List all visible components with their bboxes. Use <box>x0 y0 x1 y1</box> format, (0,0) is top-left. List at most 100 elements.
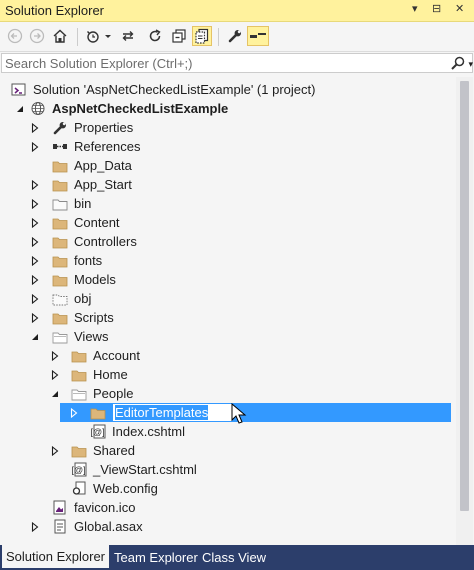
folder-icon <box>90 405 106 420</box>
wrench-icon <box>228 30 241 43</box>
tree-item-controllers[interactable]: Controllers <box>0 232 453 251</box>
config-file-icon <box>71 481 87 496</box>
project-label: AspNetCheckedListExample <box>52 101 229 116</box>
tab-solution-explorer[interactable]: Solution Explorer <box>2 545 109 568</box>
tree-item-label: Index.cshtml <box>112 424 185 439</box>
tab-team-explorer[interactable]: Team Explorer <box>110 549 202 568</box>
tab-class-view[interactable]: Class View <box>198 549 270 568</box>
collapsed-arrow-icon[interactable] <box>49 346 61 365</box>
home-icon <box>53 29 67 43</box>
collapsed-arrow-icon[interactable] <box>29 232 41 251</box>
expanded-arrow-icon[interactable] <box>29 327 41 346</box>
tree-item-label: Content <box>74 215 120 230</box>
tree-item-fonts[interactable]: fonts <box>0 251 453 270</box>
tree-item-index-cshtml[interactable]: [@] Index.cshtml <box>0 422 453 441</box>
history-icon <box>87 31 111 43</box>
tree-item-people[interactable]: People <box>0 384 453 403</box>
rename-textbox[interactable]: EditorTemplates <box>112 403 233 422</box>
collapsed-arrow-icon[interactable] <box>29 118 41 137</box>
collapsed-arrow-icon[interactable] <box>68 403 80 422</box>
title-bar: Solution Explorer ▾ ⊟ ✕ <box>0 0 474 22</box>
tree-item-home[interactable]: Home <box>0 365 453 384</box>
folder-icon <box>52 177 68 192</box>
window-dropdown-icon[interactable]: ▾ <box>412 2 418 15</box>
folder-open-icon <box>71 386 87 401</box>
collapsed-arrow-icon[interactable] <box>29 213 41 232</box>
properties-button[interactable] <box>225 26 245 46</box>
project-node[interactable]: AspNetCheckedListExample <box>0 99 453 118</box>
tree-item-models[interactable]: Models <box>0 270 453 289</box>
forward-button[interactable] <box>27 26 47 46</box>
collapsed-arrow-icon[interactable] <box>29 289 41 308</box>
tree-item-label: obj <box>74 291 92 306</box>
folder-open-icon <box>52 329 68 344</box>
pending-changes-filter-button[interactable] <box>84 26 114 46</box>
collapsed-arrow-icon[interactable] <box>29 270 41 289</box>
close-icon[interactable]: ✕ <box>455 2 464 15</box>
tree-item-content[interactable]: Content <box>0 213 453 232</box>
search-icon[interactable] <box>450 56 466 76</box>
tree-item-label: bin <box>74 196 92 211</box>
tree-item-account[interactable]: Account <box>0 346 453 365</box>
sync-icon <box>122 31 134 41</box>
show-all-files-button[interactable] <box>192 26 212 46</box>
tree-item-views[interactable]: Views <box>0 327 453 346</box>
preview-icon <box>250 33 266 38</box>
refresh-icon <box>149 29 161 42</box>
expanded-arrow-icon[interactable] <box>14 99 26 118</box>
tree-item-viewstart-cshtml[interactable]: [@] _ViewStart.cshtml <box>0 460 453 479</box>
collapsed-arrow-icon[interactable] <box>29 251 41 270</box>
back-button[interactable] <box>5 26 25 46</box>
tree-item-properties[interactable]: Properties <box>0 118 453 137</box>
collapsed-arrow-icon[interactable] <box>29 175 41 194</box>
folder-outline-icon <box>52 196 68 211</box>
tree-item-label: favicon.ico <box>74 500 136 515</box>
tree-item-favicon-ico[interactable]: favicon.ico <box>0 498 453 517</box>
solution-label: Solution 'AspNetCheckedListExample' (1 p… <box>33 82 316 97</box>
razor-file-icon: [@] <box>71 462 87 477</box>
home-button[interactable] <box>50 26 70 46</box>
tree-item-app-data[interactable]: App_Data <box>0 156 453 175</box>
search-box[interactable]: ▾ <box>1 53 473 73</box>
collapse-all-button[interactable] <box>169 26 189 46</box>
tree-item-bin[interactable]: bin <box>0 194 453 213</box>
auto-hide-pin-icon[interactable]: ⊟ <box>432 2 441 15</box>
solution-icon <box>11 82 27 97</box>
mouse-cursor-icon <box>231 403 247 424</box>
show-all-files-icon <box>195 28 209 44</box>
tree-item-label: Account <box>93 348 140 363</box>
search-input[interactable] <box>5 55 425 71</box>
collapsed-arrow-icon[interactable] <box>29 194 41 213</box>
references-icon <box>52 139 68 154</box>
tree-item-global-asax[interactable]: Global.asax <box>0 517 453 536</box>
search-options-dropdown-icon[interactable]: ▾ <box>468 59 473 70</box>
tree-item-label: Controllers <box>74 234 137 249</box>
tree-item-app-start[interactable]: App_Start <box>0 175 453 194</box>
tree-item-obj[interactable]: obj <box>0 289 453 308</box>
folder-dashed-icon <box>52 291 68 306</box>
tree-item-references[interactable]: References <box>0 137 453 156</box>
tree-item-shared[interactable]: Shared <box>0 441 453 460</box>
collapsed-arrow-icon[interactable] <box>29 517 41 536</box>
collapsed-arrow-icon[interactable] <box>49 365 61 384</box>
razor-file-icon: [@] <box>90 424 106 439</box>
collapsed-arrow-icon[interactable] <box>49 441 61 460</box>
solution-node[interactable]: Solution 'AspNetCheckedListExample' (1 p… <box>0 80 453 99</box>
toolbar-separator <box>218 28 219 46</box>
collapsed-arrow-icon[interactable] <box>29 308 41 327</box>
tree-item-label: App_Data <box>74 158 132 173</box>
tree-item-label: People <box>93 386 134 401</box>
preview-selected-items-button[interactable] <box>247 26 269 46</box>
collapsed-arrow-icon[interactable] <box>29 137 41 156</box>
expanded-arrow-icon[interactable] <box>49 384 61 403</box>
refresh-button[interactable] <box>145 26 165 46</box>
scrollbar-thumb[interactable] <box>460 81 469 511</box>
vertical-scrollbar[interactable] <box>456 77 473 545</box>
tree-item-web-config[interactable]: Web.config <box>0 479 453 498</box>
tree-item-label: App_Start <box>74 177 132 192</box>
tree-item-scripts[interactable]: Scripts <box>0 308 453 327</box>
sync-with-active-document-button[interactable] <box>118 26 138 46</box>
tree-item-label: Scripts <box>74 310 114 325</box>
tree-item-editortemplates[interactable]: EditorTemplates <box>0 403 453 422</box>
collapse-all-icon <box>172 29 186 43</box>
